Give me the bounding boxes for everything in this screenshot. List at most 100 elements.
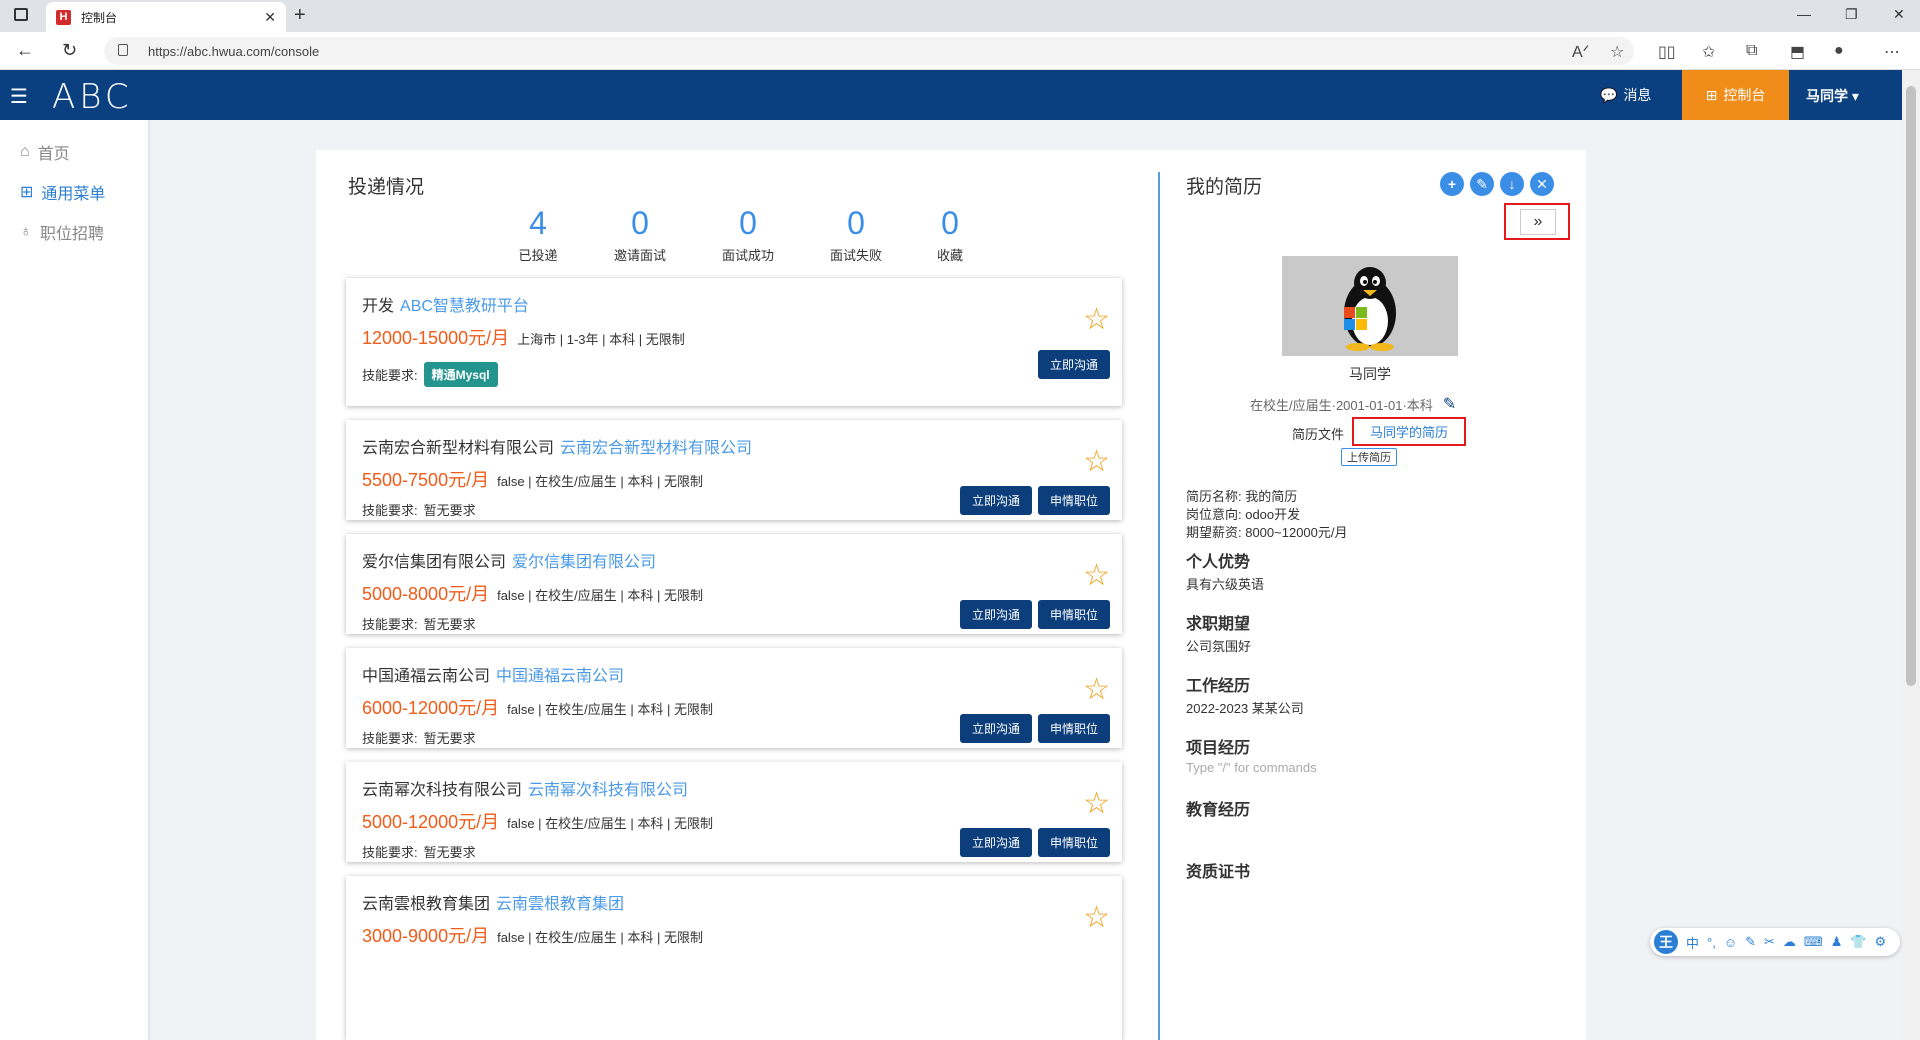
apply-job-button[interactable]: 申情职位 xyxy=(1038,714,1110,743)
apply-job-button[interactable]: 申情职位 xyxy=(1038,600,1110,629)
ime-handwrite-icon[interactable]: ✎ xyxy=(1745,934,1756,950)
favorite-star-icon[interactable]: ☆ xyxy=(1083,900,1110,935)
messages-button[interactable]: 💬 消息 xyxy=(1600,85,1651,105)
job-card[interactable]: 云南雲根教育集团 云南雲根教育集团 3000-9000元/月 false | 在校生… xyxy=(346,876,1122,1040)
refresh-icon[interactable]: ↻ xyxy=(62,40,77,61)
menu-toggle-icon[interactable]: ☰ xyxy=(10,84,28,109)
ime-chinese-toggle[interactable]: 中 xyxy=(1686,933,1699,952)
download-icon[interactable]: ↓ xyxy=(1500,172,1524,196)
sidebar-item-home[interactable]: ⌂ 首页 xyxy=(20,140,70,164)
stat-invited[interactable]: 0 邀请面试 xyxy=(590,205,690,264)
edit-pencil-icon[interactable]: ✎ xyxy=(1470,172,1494,196)
job-card[interactable]: 开发 ABC智慧教研平台 12000-15000元/月 上海市 | 1-3年 | 本… xyxy=(346,278,1122,406)
company-link[interactable]: 云南雲根教育集团 xyxy=(496,896,624,913)
skill-value: 暂无要求 xyxy=(423,617,476,632)
job-card[interactable]: 云南幂次科技有限公司 云南幂次科技有限公司 5000-12000元/月 false … xyxy=(346,762,1122,862)
stat-delivered[interactable]: 4 已投递 xyxy=(488,205,588,264)
apply-job-button[interactable]: 申情职位 xyxy=(1038,486,1110,515)
job-header: 云南雲根教育集团 云南雲根教育集团 xyxy=(362,890,624,914)
job-meta: false | 在校生/应届生 | 本科 | 无限制 xyxy=(497,930,703,945)
job-card[interactable]: 中国通福云南公司 中国通福云南公司 6000-12000元/月 false | 在校… xyxy=(346,648,1122,748)
tab-actions-icon[interactable] xyxy=(14,8,28,21)
section-text[interactable]: 2022-2023 某某公司 xyxy=(1186,698,1304,717)
job-title: 云南幂次科技有限公司 xyxy=(362,782,523,799)
extension-icon[interactable]: ⬒ xyxy=(1790,42,1805,62)
ime-user-icon[interactable]: ♟ xyxy=(1831,934,1843,950)
job-salary-row: 5500-7500元/月 false | 在校生/应届生 | 本科 | 无限制 xyxy=(362,466,703,492)
console-button[interactable]: ⊞ 控制台 xyxy=(1682,70,1789,120)
favorite-add-icon[interactable]: ☆ xyxy=(1610,42,1624,62)
chat-now-button[interactable]: 立即沟通 xyxy=(960,600,1032,629)
section-text[interactable]: 公司氛围好 xyxy=(1186,636,1251,655)
ime-skin-icon[interactable]: 👕 xyxy=(1850,934,1866,950)
url-input[interactable]: https://abc.hwua.com/console xyxy=(104,37,1634,65)
chat-now-button[interactable]: 立即沟通 xyxy=(960,486,1032,515)
resume-file-link[interactable]: 马同学的简历 xyxy=(1370,422,1448,441)
lock-icon[interactable] xyxy=(118,44,128,56)
add-icon[interactable]: + xyxy=(1440,172,1464,196)
resume-info-name: 简历名称: 我的简历 xyxy=(1186,489,1298,504)
resume-file-label: 简历文件 xyxy=(1292,427,1345,442)
favorite-star-icon[interactable]: ☆ xyxy=(1083,786,1110,821)
collections-icon[interactable]: ⧉ xyxy=(1746,42,1757,60)
ime-emoji-icon[interactable]: ☺ xyxy=(1724,935,1737,950)
apply-job-button[interactable]: 申情职位 xyxy=(1038,828,1110,857)
ime-settings-icon[interactable]: ⚙ xyxy=(1875,934,1887,950)
close-window-icon[interactable]: ✕ xyxy=(1893,6,1905,23)
stat-favorites[interactable]: 0 收藏 xyxy=(900,205,1000,264)
chat-now-button[interactable]: 立即沟通 xyxy=(1038,350,1110,379)
upload-resume-button[interactable]: 上传简历 xyxy=(1341,448,1397,466)
grid-icon: ⊞ xyxy=(20,184,34,201)
sidebar-item-general-menu[interactable]: ⊞ 通用菜单 xyxy=(20,180,105,204)
ime-keyboard-icon[interactable]: ⌨ xyxy=(1804,934,1823,950)
ime-cloud-icon[interactable]: ☁ xyxy=(1783,934,1796,950)
tab-close-icon[interactable]: ✕ xyxy=(264,9,276,26)
logo[interactable]: ABC xyxy=(52,77,133,117)
user-menu[interactable]: 马同学 ▾ xyxy=(1806,86,1859,106)
edit-icon[interactable]: ✎ xyxy=(1443,394,1456,414)
console-label: 控制台 xyxy=(1723,87,1766,103)
expand-button[interactable]: » xyxy=(1520,209,1556,235)
restore-icon[interactable]: ❐ xyxy=(1845,6,1858,23)
skill-label: 技能要求: xyxy=(362,368,418,383)
section-text[interactable]: 具有六级英语 xyxy=(1186,574,1264,593)
section-editor-placeholder[interactable]: Type "/" for commands xyxy=(1186,760,1317,775)
section-heading: 个人优势 xyxy=(1186,554,1251,571)
job-card[interactable]: 云南宏合新型材料有限公司 云南宏合新型材料有限公司 5500-7500元/月 fal… xyxy=(346,420,1122,520)
skill-label: 技能要求: xyxy=(362,731,418,746)
job-salary-row: 5000-12000元/月 false | 在校生/应届生 | 本科 | 无限制 xyxy=(362,808,713,834)
job-card[interactable]: 爱尔信集团有限公司 爱尔信集团有限公司 5000-8000元/月 false | 在… xyxy=(346,534,1122,634)
favorite-star-icon[interactable]: ☆ xyxy=(1083,444,1110,479)
page-scrollbar[interactable] xyxy=(1902,70,1920,1040)
favorites-icon[interactable]: ✩ xyxy=(1702,42,1715,62)
job-header: 中国通福云南公司 中国通福云南公司 xyxy=(362,662,624,686)
more-icon[interactable]: ⋯ xyxy=(1884,42,1900,62)
company-link[interactable]: 中国通福云南公司 xyxy=(496,668,624,685)
company-link[interactable]: 云南宏合新型材料有限公司 xyxy=(560,440,752,457)
ime-scissors-icon[interactable]: ✂ xyxy=(1764,934,1775,950)
new-tab-icon[interactable]: + xyxy=(294,4,306,27)
stat-interview-success[interactable]: 0 面试成功 xyxy=(698,205,798,264)
split-screen-icon[interactable]: ▯▯ xyxy=(1658,42,1676,62)
favorite-star-icon[interactable]: ☆ xyxy=(1083,302,1110,337)
job-salary: 5000-8000元/月 xyxy=(362,584,490,604)
company-link[interactable]: 爱尔信集团有限公司 xyxy=(512,554,656,571)
ime-punctuation-icon[interactable]: °, xyxy=(1707,935,1716,950)
minimize-icon[interactable]: — xyxy=(1797,6,1811,22)
profile-avatar-icon[interactable]: ● xyxy=(1834,42,1844,60)
favorite-star-icon[interactable]: ☆ xyxy=(1083,672,1110,707)
job-title: 爱尔信集团有限公司 xyxy=(362,554,507,571)
scroll-thumb[interactable] xyxy=(1906,86,1916,686)
chat-now-button[interactable]: 立即沟通 xyxy=(960,714,1032,743)
read-aloud-icon[interactable]: Aᐟ xyxy=(1572,42,1589,62)
sidebar-item-job-recruit[interactable]: ♁ 职位招聘 xyxy=(20,220,104,244)
favorite-star-icon[interactable]: ☆ xyxy=(1083,558,1110,593)
chat-now-button[interactable]: 立即沟通 xyxy=(960,828,1032,857)
browser-tab[interactable]: H 控制台 ✕ xyxy=(46,2,286,32)
company-link[interactable]: ABC智慧教研平台 xyxy=(400,298,529,315)
stat-interview-failed[interactable]: 0 面试失败 xyxy=(806,205,906,264)
back-icon[interactable]: ← xyxy=(16,40,34,61)
ime-logo-icon[interactable]: 王 xyxy=(1654,930,1678,954)
company-link[interactable]: 云南幂次科技有限公司 xyxy=(528,782,688,799)
close-icon[interactable]: ✕ xyxy=(1530,172,1554,196)
